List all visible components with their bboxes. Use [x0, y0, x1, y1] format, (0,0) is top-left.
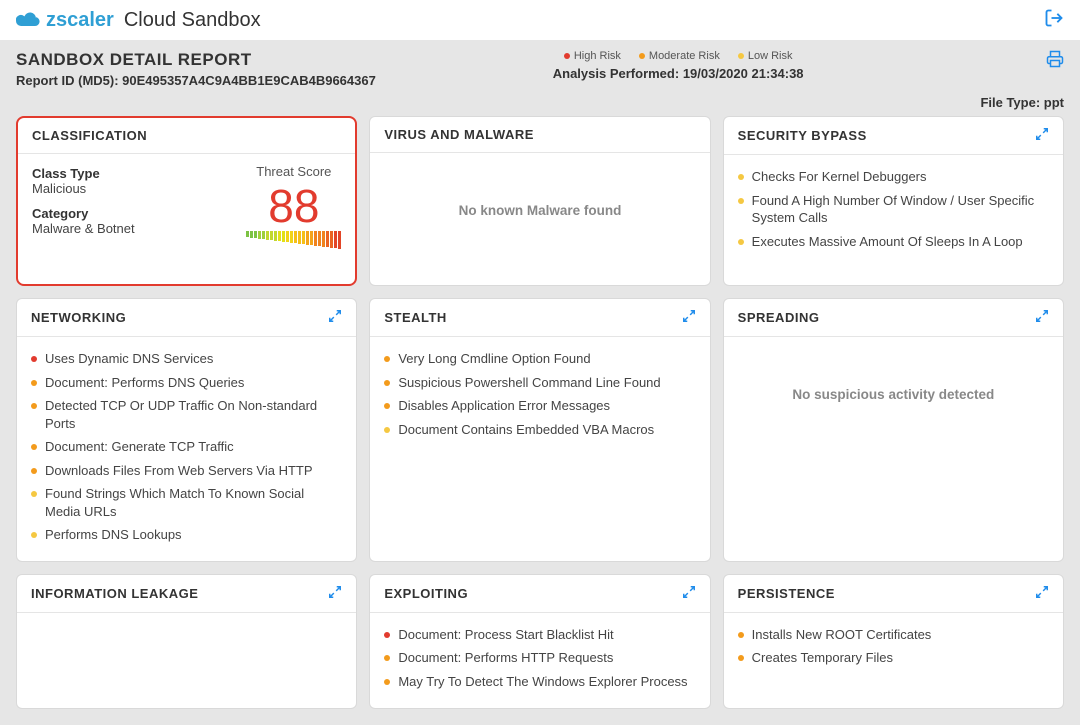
expand-icon[interactable]: [1035, 585, 1049, 602]
subheader-center: High Risk Moderate Risk Low Risk Analysi…: [553, 50, 804, 81]
expand-icon[interactable]: [328, 585, 342, 602]
list-item: Document: Performs HTTP Requests: [384, 646, 695, 670]
card-security-bypass: SECURITY BYPASS Checks For Kernel Debugg…: [723, 116, 1064, 286]
expand-icon[interactable]: [328, 309, 342, 326]
card-networking: NETWORKING Uses Dynamic DNS ServicesDocu…: [16, 298, 357, 562]
security-bypass-list: Checks For Kernel DebuggersFound A High …: [738, 165, 1049, 253]
report-id-label: Report ID (MD5):: [16, 73, 119, 88]
category-label: Category: [32, 206, 135, 221]
classification-right: Threat Score 88: [246, 164, 341, 270]
class-type-label: Class Type: [32, 166, 135, 181]
list-item: Creates Temporary Files: [738, 646, 1049, 670]
analysis-performed: Analysis Performed: 19/03/2020 21:34:38: [553, 66, 804, 81]
list-item: Performs DNS Lookups: [31, 523, 342, 547]
class-type-value: Malicious: [32, 181, 135, 196]
threat-score-label: Threat Score: [246, 164, 341, 179]
list-item: Disables Application Error Messages: [384, 394, 695, 418]
card-virus-malware: VIRUS AND MALWARE No known Malware found: [369, 116, 710, 286]
sub-header: SANDBOX DETAIL REPORT Report ID (MD5): 9…: [0, 40, 1080, 116]
list-item: Very Long Cmdline Option Found: [384, 347, 695, 371]
list-item: Uses Dynamic DNS Services: [31, 347, 342, 371]
list-item: Found Strings Which Match To Known Socia…: [31, 482, 342, 523]
expand-icon[interactable]: [1035, 127, 1049, 144]
brand: zscaler Cloud Sandbox: [16, 9, 261, 32]
cards-grid: CLASSIFICATION Class Type Malicious Cate…: [0, 116, 1080, 725]
legend-high: High Risk: [564, 50, 621, 62]
exploiting-list: Document: Process Start Blacklist HitDoc…: [384, 623, 695, 694]
brand-logo: zscaler: [16, 9, 114, 32]
list-item: Downloads Files From Web Servers Via HTT…: [31, 459, 342, 483]
risk-legend: High Risk Moderate Risk Low Risk: [553, 50, 804, 62]
classification-left: Class Type Malicious Category Malware & …: [32, 164, 135, 270]
legend-moderate: Moderate Risk: [639, 50, 720, 62]
list-item: Document Contains Embedded VBA Macros: [384, 418, 695, 442]
card-spreading: SPREADING No suspicious activity detecte…: [723, 298, 1064, 562]
top-bar: zscaler Cloud Sandbox: [0, 0, 1080, 40]
card-info-leakage: INFORMATION LEAKAGE: [16, 574, 357, 709]
legend-low: Low Risk: [738, 50, 793, 62]
card-header-classification: CLASSIFICATION: [18, 118, 355, 154]
card-persistence: PERSISTENCE Installs New ROOT Certificat…: [723, 574, 1064, 709]
file-type: File Type: ppt: [980, 95, 1064, 110]
list-item: Installs New ROOT Certificates: [738, 623, 1049, 647]
threat-score: 88: [246, 183, 341, 229]
list-item: May Try To Detect The Windows Explorer P…: [384, 670, 695, 694]
print-icon[interactable]: [1046, 55, 1064, 72]
list-item: Document: Generate TCP Traffic: [31, 435, 342, 459]
list-item: Detected TCP Or UDP Traffic On Non-stand…: [31, 394, 342, 435]
report-id: Report ID (MD5): 90E495357A4C9A4BB1E9CAB…: [16, 73, 376, 88]
product-title: Cloud Sandbox: [124, 9, 261, 32]
list-item: Suspicious Powershell Command Line Found: [384, 371, 695, 395]
category-value: Malware & Botnet: [32, 221, 135, 236]
card-exploiting: EXPLOITING Document: Process Start Black…: [369, 574, 710, 709]
cloud-icon: [16, 11, 42, 29]
virus-malware-empty: No known Malware found: [384, 163, 695, 218]
card-classification: CLASSIFICATION Class Type Malicious Cate…: [16, 116, 357, 286]
stealth-list: Very Long Cmdline Option FoundSuspicious…: [384, 347, 695, 441]
subheader-right: File Type: ppt: [980, 50, 1064, 110]
card-stealth: STEALTH Very Long Cmdline Option FoundSu…: [369, 298, 710, 562]
page-title: SANDBOX DETAIL REPORT: [16, 50, 376, 70]
list-item: Executes Massive Amount Of Sleeps In A L…: [738, 230, 1049, 254]
expand-icon[interactable]: [682, 309, 696, 326]
logout-icon[interactable]: [1044, 8, 1064, 33]
subheader-left: SANDBOX DETAIL REPORT Report ID (MD5): 9…: [16, 50, 376, 88]
spreading-empty: No suspicious activity detected: [738, 347, 1049, 402]
list-item: Found A High Number Of Window / User Spe…: [738, 189, 1049, 230]
expand-icon[interactable]: [682, 585, 696, 602]
expand-icon[interactable]: [1035, 309, 1049, 326]
list-item: Document: Performs DNS Queries: [31, 371, 342, 395]
brand-name: zscaler: [46, 9, 114, 32]
report-id-value: 90E495357A4C9A4BB1E9CAB4B9664367: [122, 73, 376, 88]
persistence-list: Installs New ROOT CertificatesCreates Te…: [738, 623, 1049, 670]
networking-list: Uses Dynamic DNS ServicesDocument: Perfo…: [31, 347, 342, 547]
list-item: Checks For Kernel Debuggers: [738, 165, 1049, 189]
list-item: Document: Process Start Blacklist Hit: [384, 623, 695, 647]
threat-gauge: [246, 231, 341, 249]
